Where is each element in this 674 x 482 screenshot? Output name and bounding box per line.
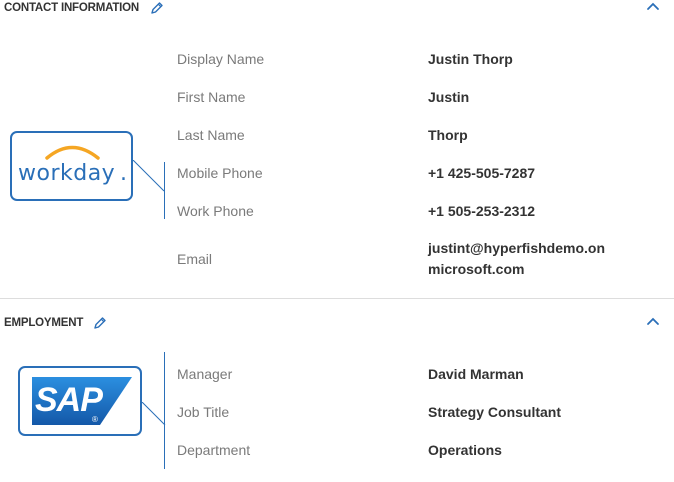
field-value-job-title: Strategy Consultant bbox=[428, 404, 562, 420]
employment-section-title: EMPLOYMENT bbox=[4, 317, 84, 329]
field-label-email: Email bbox=[177, 251, 213, 267]
field-label-display-name: Display Name bbox=[177, 51, 265, 67]
contact-section-title: CONTACT INFORMATION bbox=[4, 2, 140, 14]
chevron-up-icon[interactable] bbox=[646, 315, 660, 327]
field-label-last-name: Last Name bbox=[177, 127, 245, 143]
section-divider bbox=[0, 298, 674, 299]
field-label-work-phone: Work Phone bbox=[177, 203, 254, 219]
field-value-email-line2: microsoft.com bbox=[428, 261, 525, 277]
field-label-job-title: Job Title bbox=[177, 404, 230, 420]
chevron-up-icon[interactable] bbox=[646, 0, 660, 12]
field-value-email-line1: justint@hyperfishdemo.on bbox=[428, 240, 605, 256]
workday-logo-dot: . bbox=[120, 161, 127, 186]
field-label-mobile-phone: Mobile Phone bbox=[177, 165, 263, 181]
pencil-icon[interactable] bbox=[150, 1, 164, 15]
sap-trademark: ® bbox=[92, 415, 98, 424]
employment-section-header: EMPLOYMENT bbox=[0, 315, 674, 335]
field-value-mobile-phone: +1 425-505-7287 bbox=[428, 165, 536, 181]
field-label-department: Department bbox=[177, 442, 251, 458]
field-value-display-name: Justin Thorp bbox=[428, 51, 513, 67]
workday-connector-line bbox=[133, 160, 165, 192]
employment-bracket-line bbox=[164, 352, 165, 469]
field-value-first-name: Justin bbox=[428, 89, 470, 105]
contact-section-header: CONTACT INFORMATION bbox=[0, 0, 674, 20]
field-label-manager: Manager bbox=[177, 366, 233, 382]
contact-bracket-line bbox=[164, 162, 165, 219]
sap-connector-line bbox=[142, 402, 166, 426]
field-value-work-phone: +1 505-253-2312 bbox=[428, 203, 536, 219]
sap-logo: SAP ® bbox=[18, 366, 142, 436]
field-label-first-name: First Name bbox=[177, 89, 246, 105]
workday-logo: workday . bbox=[10, 131, 133, 201]
pencil-icon[interactable] bbox=[93, 316, 107, 330]
field-value-department: Operations bbox=[428, 442, 502, 458]
field-value-last-name: Thorp bbox=[428, 127, 468, 143]
workday-logo-text: workday bbox=[18, 161, 116, 186]
field-value-manager: David Marman bbox=[428, 366, 524, 382]
